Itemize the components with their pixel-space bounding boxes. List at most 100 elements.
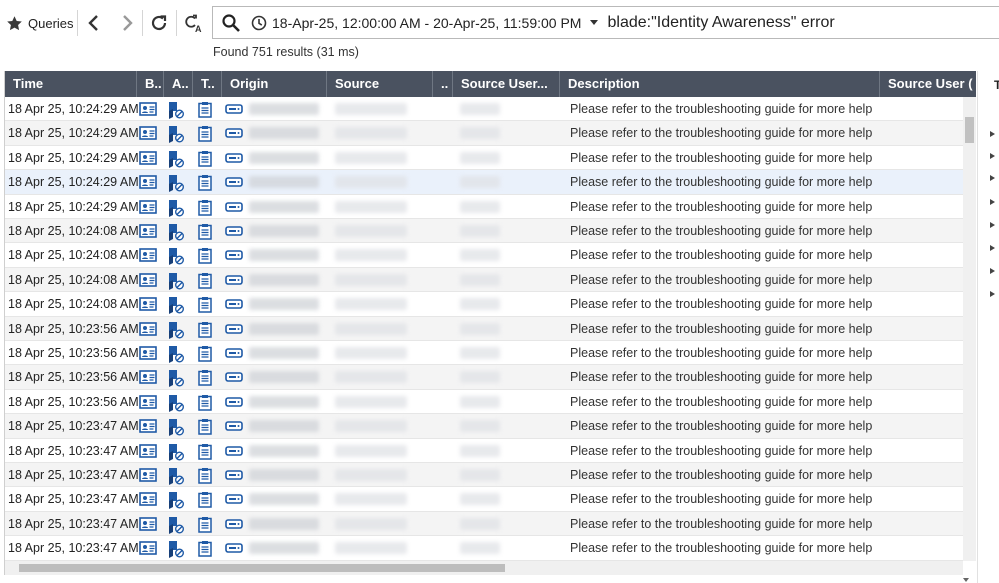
log-clipboard-icon	[198, 467, 212, 484]
log-clipboard-icon	[198, 199, 212, 216]
table-row[interactable]: 18 Apr 25, 10:23:56 AM Please refer to t…	[5, 316, 963, 341]
table-row[interactable]: 18 Apr 25, 10:23:56 AM Please refer to t…	[5, 365, 963, 390]
cell-description: Please refer to the troubleshooting guid…	[570, 516, 873, 531]
identity-card-icon	[139, 101, 157, 117]
identity-card-icon	[139, 540, 157, 556]
column-header-time[interactable]: Time	[5, 71, 137, 97]
identity-card-icon	[139, 199, 157, 215]
column-header-source-user[interactable]: Source User (	[880, 71, 976, 97]
expand-arrow-icon[interactable]	[990, 291, 995, 297]
redacted-source	[335, 127, 407, 140]
queries-button[interactable]: Queries	[6, 12, 74, 34]
gateway-icon	[225, 445, 243, 457]
gateway-icon	[225, 323, 243, 335]
table-row[interactable]: 18 Apr 25, 10:23:47 AM Please refer to t…	[5, 487, 963, 512]
star-icon	[7, 15, 22, 30]
horizontal-scrollbar[interactable]	[5, 561, 963, 575]
expand-arrow-icon[interactable]	[990, 153, 995, 159]
refresh-button[interactable]	[148, 12, 170, 34]
time-range-selector[interactable]: 18-Apr-25, 12:00:00 AM - 20-Apr-25, 11:5…	[272, 15, 581, 31]
redacted-source-user	[460, 469, 500, 481]
expand-arrow-icon[interactable]	[990, 131, 995, 137]
log-clipboard-icon	[198, 443, 212, 460]
table-row[interactable]: 18 Apr 25, 10:24:29 AM Please refer to t…	[5, 97, 963, 122]
cell-time: 18 Apr 25, 10:24:08 AM	[8, 272, 138, 287]
redacted-origin	[249, 298, 319, 311]
vertical-scrollbar[interactable]	[963, 97, 976, 561]
redacted-source	[335, 517, 407, 530]
column-header-type[interactable]: T..	[193, 71, 222, 97]
query-language-button[interactable]: A	[183, 12, 205, 34]
blocked-user-icon	[167, 345, 185, 363]
identity-card-icon	[139, 125, 157, 141]
redacted-origin	[249, 371, 319, 384]
cell-description: Please refer to the troubleshooting guid…	[570, 346, 873, 360]
log-clipboard-icon	[198, 491, 212, 509]
column-header-source[interactable]: Source	[327, 71, 433, 97]
cell-description: Please refer to the troubleshooting guid…	[570, 126, 873, 141]
redacted-source	[335, 200, 407, 213]
expand-arrow-icon[interactable]	[990, 222, 995, 228]
vertical-scrollbar-thumb[interactable]	[965, 117, 974, 143]
redacted-source	[335, 371, 407, 384]
table-row[interactable]: 18 Apr 25, 10:24:08 AM Please refer to t…	[5, 292, 963, 317]
table-row[interactable]: 18 Apr 25, 10:24:08 AM Please refer to t…	[5, 267, 963, 293]
redacted-source-user	[460, 200, 500, 213]
column-header-action[interactable]: A..	[164, 71, 193, 97]
table-row[interactable]: 18 Apr 25, 10:24:08 AM Please refer to t…	[5, 243, 963, 268]
redacted-source	[335, 176, 407, 189]
table-row[interactable]: 18 Apr 25, 10:24:29 AM Please refer to t…	[5, 195, 963, 219]
column-header-source-user-name[interactable]: Source User...	[453, 71, 560, 97]
cell-description: Please refer to the troubleshooting guid…	[570, 321, 873, 336]
redacted-origin	[249, 493, 319, 506]
redacted-source-user	[460, 542, 500, 555]
table-row[interactable]: 18 Apr 25, 10:24:29 AM Please refer to t…	[5, 146, 963, 171]
table-row[interactable]: 18 Apr 25, 10:23:47 AM Please refer to t…	[5, 511, 963, 537]
gateway-icon	[225, 420, 243, 432]
blocked-user-icon	[167, 418, 185, 437]
blocked-user-icon	[167, 199, 185, 217]
cell-time: 18 Apr 25, 10:23:56 AM	[8, 321, 138, 336]
table-row[interactable]: 18 Apr 25, 10:23:47 AM Please refer to t…	[5, 463, 963, 488]
back-button[interactable]	[83, 12, 105, 34]
horizontal-scrollbar-thumb[interactable]	[19, 564, 505, 572]
gateway-icon	[225, 152, 243, 164]
table-row[interactable]: 18 Apr 25, 10:23:56 AM Please refer to t…	[5, 341, 963, 366]
gateway-icon	[225, 469, 243, 481]
results-count: Found 751 results (31 ms)	[213, 45, 359, 59]
queries-label: Queries	[28, 15, 74, 31]
expand-arrow-icon[interactable]	[990, 175, 995, 181]
table-row[interactable]: 18 Apr 25, 10:23:47 AM Please refer to t…	[5, 439, 963, 463]
details-panel-title: T	[994, 78, 999, 92]
column-header-blade[interactable]: B..	[137, 71, 164, 97]
query-input[interactable]: blade:"Identity Awareness" error	[607, 14, 834, 32]
redacted-source	[335, 444, 407, 457]
clock-icon	[251, 15, 267, 30]
forward-button[interactable]	[116, 12, 138, 34]
search-bar[interactable]: 18-Apr-25, 12:00:00 AM - 20-Apr-25, 11:5…	[212, 6, 999, 39]
redacted-source-user	[460, 298, 500, 311]
chevron-down-icon[interactable]	[590, 20, 599, 25]
blocked-user-icon	[167, 296, 185, 315]
column-header-collapsed[interactable]: ..	[433, 71, 453, 97]
table-row[interactable]: 18 Apr 25, 10:23:47 AM Please refer to t…	[5, 414, 963, 439]
table-row[interactable]: 18 Apr 25, 10:23:56 AM Please refer to t…	[5, 390, 963, 415]
column-header-origin[interactable]: Origin	[222, 71, 327, 97]
column-header-description[interactable]: Description	[560, 71, 880, 97]
expand-arrow-icon[interactable]	[990, 268, 995, 274]
search-icon[interactable]	[221, 13, 241, 33]
log-clipboard-icon	[198, 394, 212, 411]
redacted-origin	[249, 517, 319, 530]
cell-description: Please refer to the troubleshooting guid…	[570, 394, 873, 409]
cell-time: 18 Apr 25, 10:23:47 AM	[8, 443, 138, 458]
table-row[interactable]: 18 Apr 25, 10:24:29 AM Please refer to t…	[5, 121, 963, 146]
expand-arrow-icon[interactable]	[990, 245, 995, 251]
table-row[interactable]: 18 Apr 25, 10:24:08 AM Please refer to t…	[5, 219, 963, 244]
log-clipboard-icon	[198, 321, 212, 338]
table-row[interactable]: 18 Apr 25, 10:24:29 AM Please refer to t…	[5, 170, 963, 195]
expand-arrow-icon[interactable]	[990, 199, 995, 205]
identity-card-icon	[139, 174, 157, 190]
redacted-source-user	[460, 395, 500, 408]
chevron-down-icon[interactable]	[963, 578, 969, 582]
table-row[interactable]: 18 Apr 25, 10:23:47 AM Please refer to t…	[5, 536, 963, 561]
